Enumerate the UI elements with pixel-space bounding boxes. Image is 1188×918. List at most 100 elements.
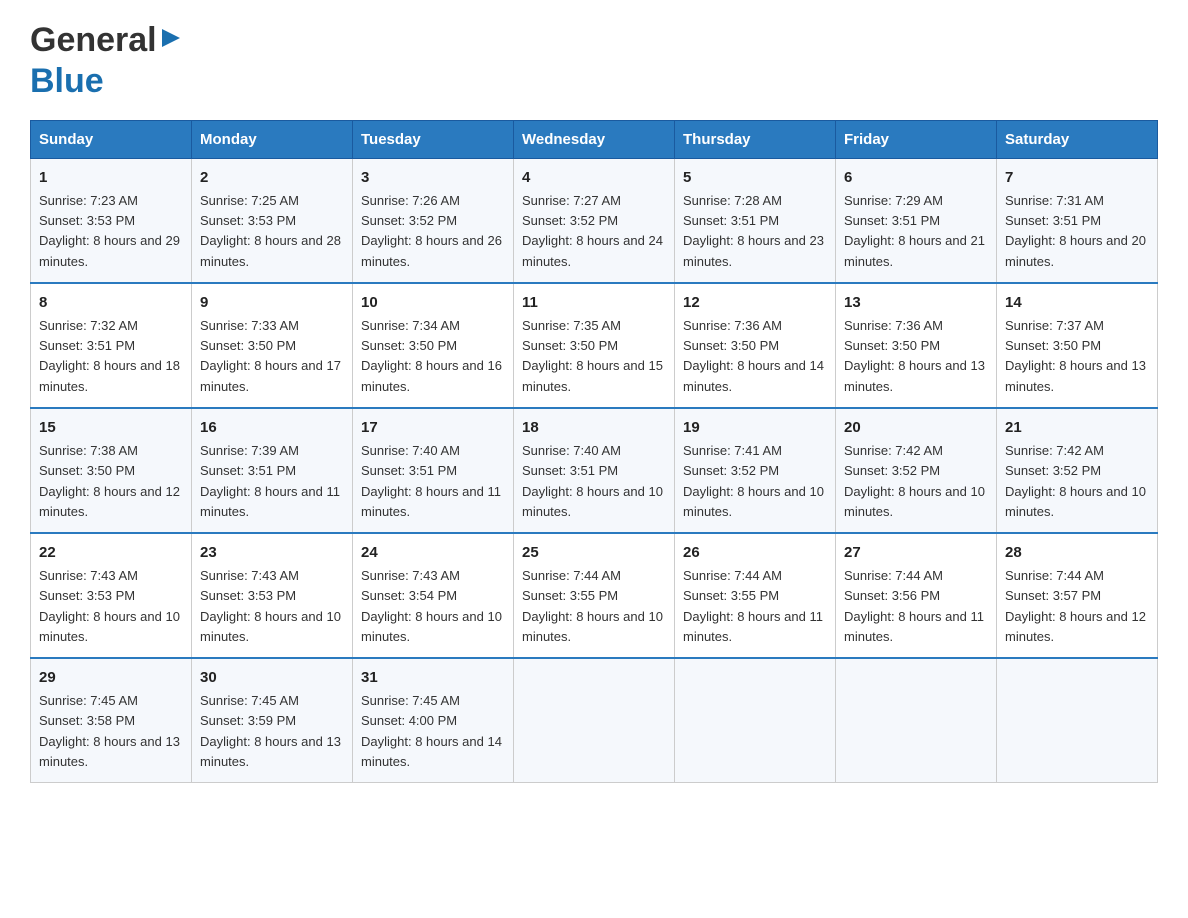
day-info: Sunrise: 7:27 AMSunset: 3:52 PMDaylight:… xyxy=(522,193,663,268)
week-row-1: 1 Sunrise: 7:23 AMSunset: 3:53 PMDaylight… xyxy=(31,158,1158,283)
calendar-cell: 13 Sunrise: 7:36 AMSunset: 3:50 PMDayligh… xyxy=(836,283,997,408)
calendar-cell: 12Sunrise: 7:36 AMSunset: 3:50 PMDayligh… xyxy=(675,283,836,408)
calendar-cell: 5 Sunrise: 7:28 AMSunset: 3:51 PMDaylight… xyxy=(675,158,836,283)
day-number: 29 xyxy=(39,667,183,690)
day-info: Sunrise: 7:43 AMSunset: 3:53 PMDaylight:… xyxy=(200,568,341,643)
day-info: Sunrise: 7:42 AMSunset: 3:52 PMDaylight:… xyxy=(1005,443,1146,518)
day-info: Sunrise: 7:45 AMSunset: 4:00 PMDaylight:… xyxy=(361,693,502,768)
header: General Blue xyxy=(30,20,1158,102)
day-info: Sunrise: 7:44 AMSunset: 3:57 PMDaylight:… xyxy=(1005,568,1146,643)
day-number: 10 xyxy=(361,292,505,315)
day-info: Sunrise: 7:34 AMSunset: 3:50 PMDaylight:… xyxy=(361,318,502,393)
day-info: Sunrise: 7:44 AMSunset: 3:56 PMDaylight:… xyxy=(844,568,984,643)
day-number: 26 xyxy=(683,542,827,565)
week-row-2: 8 Sunrise: 7:32 AMSunset: 3:51 PMDaylight… xyxy=(31,283,1158,408)
day-number: 4 xyxy=(522,167,666,190)
day-number: 23 xyxy=(200,542,344,565)
day-info: Sunrise: 7:28 AMSunset: 3:51 PMDaylight:… xyxy=(683,193,824,268)
calendar-cell: 7 Sunrise: 7:31 AMSunset: 3:51 PMDaylight… xyxy=(997,158,1158,283)
day-info: Sunrise: 7:44 AMSunset: 3:55 PMDaylight:… xyxy=(522,568,663,643)
day-info: Sunrise: 7:41 AMSunset: 3:52 PMDaylight:… xyxy=(683,443,824,518)
calendar-cell: 8 Sunrise: 7:32 AMSunset: 3:51 PMDaylight… xyxy=(31,283,192,408)
day-number: 22 xyxy=(39,542,183,565)
day-number: 8 xyxy=(39,292,183,315)
day-info: Sunrise: 7:36 AMSunset: 3:50 PMDaylight:… xyxy=(683,318,824,393)
calendar-cell: 25 Sunrise: 7:44 AMSunset: 3:55 PMDayligh… xyxy=(514,533,675,658)
day-info: Sunrise: 7:43 AMSunset: 3:53 PMDaylight:… xyxy=(39,568,180,643)
day-number: 7 xyxy=(1005,167,1149,190)
weekday-tuesday: Tuesday xyxy=(353,120,514,158)
day-number: 17 xyxy=(361,417,505,440)
calendar-cell: 10 Sunrise: 7:34 AMSunset: 3:50 PMDayligh… xyxy=(353,283,514,408)
day-info: Sunrise: 7:40 AMSunset: 3:51 PMDaylight:… xyxy=(522,443,663,518)
calendar-cell: 24 Sunrise: 7:43 AMSunset: 3:54 PMDayligh… xyxy=(353,533,514,658)
calendar-cell: 28 Sunrise: 7:44 AMSunset: 3:57 PMDayligh… xyxy=(997,533,1158,658)
day-number: 5 xyxy=(683,167,827,190)
day-info: Sunrise: 7:45 AMSunset: 3:59 PMDaylight:… xyxy=(200,693,341,768)
calendar-cell: 4 Sunrise: 7:27 AMSunset: 3:52 PMDaylight… xyxy=(514,158,675,283)
day-info: Sunrise: 7:33 AMSunset: 3:50 PMDaylight:… xyxy=(200,318,341,393)
day-number: 16 xyxy=(200,417,344,440)
day-info: Sunrise: 7:42 AMSunset: 3:52 PMDaylight:… xyxy=(844,443,985,518)
weekday-sunday: Sunday xyxy=(31,120,192,158)
calendar-cell: 3Sunrise: 7:26 AMSunset: 3:52 PMDaylight… xyxy=(353,158,514,283)
calendar-table: SundayMondayTuesdayWednesdayThursdayFrid… xyxy=(30,120,1158,783)
day-number: 28 xyxy=(1005,542,1149,565)
day-info: Sunrise: 7:23 AMSunset: 3:53 PMDaylight:… xyxy=(39,193,180,268)
calendar-cell: 11 Sunrise: 7:35 AMSunset: 3:50 PMDayligh… xyxy=(514,283,675,408)
day-info: Sunrise: 7:31 AMSunset: 3:51 PMDaylight:… xyxy=(1005,193,1146,268)
day-info: Sunrise: 7:25 AMSunset: 3:53 PMDaylight:… xyxy=(200,193,341,268)
calendar-cell: 23 Sunrise: 7:43 AMSunset: 3:53 PMDayligh… xyxy=(192,533,353,658)
calendar-cell xyxy=(997,658,1158,783)
weekday-thursday: Thursday xyxy=(675,120,836,158)
day-number: 27 xyxy=(844,542,988,565)
day-info: Sunrise: 7:29 AMSunset: 3:51 PMDaylight:… xyxy=(844,193,985,268)
day-number: 2 xyxy=(200,167,344,190)
day-number: 19 xyxy=(683,417,827,440)
day-number: 15 xyxy=(39,417,183,440)
day-info: Sunrise: 7:36 AMSunset: 3:50 PMDaylight:… xyxy=(844,318,985,393)
day-number: 21 xyxy=(1005,417,1149,440)
day-info: Sunrise: 7:43 AMSunset: 3:54 PMDaylight:… xyxy=(361,568,502,643)
logo: General Blue xyxy=(30,20,182,102)
day-info: Sunrise: 7:44 AMSunset: 3:55 PMDaylight:… xyxy=(683,568,823,643)
day-number: 25 xyxy=(522,542,666,565)
day-info: Sunrise: 7:39 AMSunset: 3:51 PMDaylight:… xyxy=(200,443,340,518)
day-number: 24 xyxy=(361,542,505,565)
week-row-3: 15Sunrise: 7:38 AMSunset: 3:50 PMDayligh… xyxy=(31,408,1158,533)
day-info: Sunrise: 7:37 AMSunset: 3:50 PMDaylight:… xyxy=(1005,318,1146,393)
calendar-cell: 21 Sunrise: 7:42 AMSunset: 3:52 PMDayligh… xyxy=(997,408,1158,533)
day-number: 13 xyxy=(844,292,988,315)
calendar-cell: 30 Sunrise: 7:45 AMSunset: 3:59 PMDayligh… xyxy=(192,658,353,783)
logo-row2: Blue xyxy=(30,61,182,102)
day-info: Sunrise: 7:45 AMSunset: 3:58 PMDaylight:… xyxy=(39,693,180,768)
weekday-friday: Friday xyxy=(836,120,997,158)
day-number: 1 xyxy=(39,167,183,190)
week-row-5: 29 Sunrise: 7:45 AMSunset: 3:58 PMDayligh… xyxy=(31,658,1158,783)
calendar-cell: 17 Sunrise: 7:40 AMSunset: 3:51 PMDayligh… xyxy=(353,408,514,533)
calendar-cell: 16 Sunrise: 7:39 AMSunset: 3:51 PMDayligh… xyxy=(192,408,353,533)
calendar-cell: 20Sunrise: 7:42 AMSunset: 3:52 PMDayligh… xyxy=(836,408,997,533)
day-number: 14 xyxy=(1005,292,1149,315)
calendar-cell: 1 Sunrise: 7:23 AMSunset: 3:53 PMDaylight… xyxy=(31,158,192,283)
day-number: 30 xyxy=(200,667,344,690)
calendar-cell: 15Sunrise: 7:38 AMSunset: 3:50 PMDayligh… xyxy=(31,408,192,533)
weekday-wednesday: Wednesday xyxy=(514,120,675,158)
day-info: Sunrise: 7:32 AMSunset: 3:51 PMDaylight:… xyxy=(39,318,180,393)
day-number: 11 xyxy=(522,292,666,315)
day-info: Sunrise: 7:40 AMSunset: 3:51 PMDaylight:… xyxy=(361,443,501,518)
logo-blue-text: Blue xyxy=(30,62,104,100)
day-info: Sunrise: 7:35 AMSunset: 3:50 PMDaylight:… xyxy=(522,318,663,393)
calendar-cell: 29 Sunrise: 7:45 AMSunset: 3:58 PMDayligh… xyxy=(31,658,192,783)
calendar-cell: 18Sunrise: 7:40 AMSunset: 3:51 PMDayligh… xyxy=(514,408,675,533)
day-number: 31 xyxy=(361,667,505,690)
day-info: Sunrise: 7:26 AMSunset: 3:52 PMDaylight:… xyxy=(361,193,502,268)
logo-arrow-icon xyxy=(160,27,182,54)
weekday-saturday: Saturday xyxy=(997,120,1158,158)
calendar-cell: 26 Sunrise: 7:44 AMSunset: 3:55 PMDayligh… xyxy=(675,533,836,658)
week-row-4: 22 Sunrise: 7:43 AMSunset: 3:53 PMDayligh… xyxy=(31,533,1158,658)
calendar-cell: 14 Sunrise: 7:37 AMSunset: 3:50 PMDayligh… xyxy=(997,283,1158,408)
calendar-cell: 2 Sunrise: 7:25 AMSunset: 3:53 PMDaylight… xyxy=(192,158,353,283)
day-number: 9 xyxy=(200,292,344,315)
logo-general-text: General xyxy=(30,20,157,61)
